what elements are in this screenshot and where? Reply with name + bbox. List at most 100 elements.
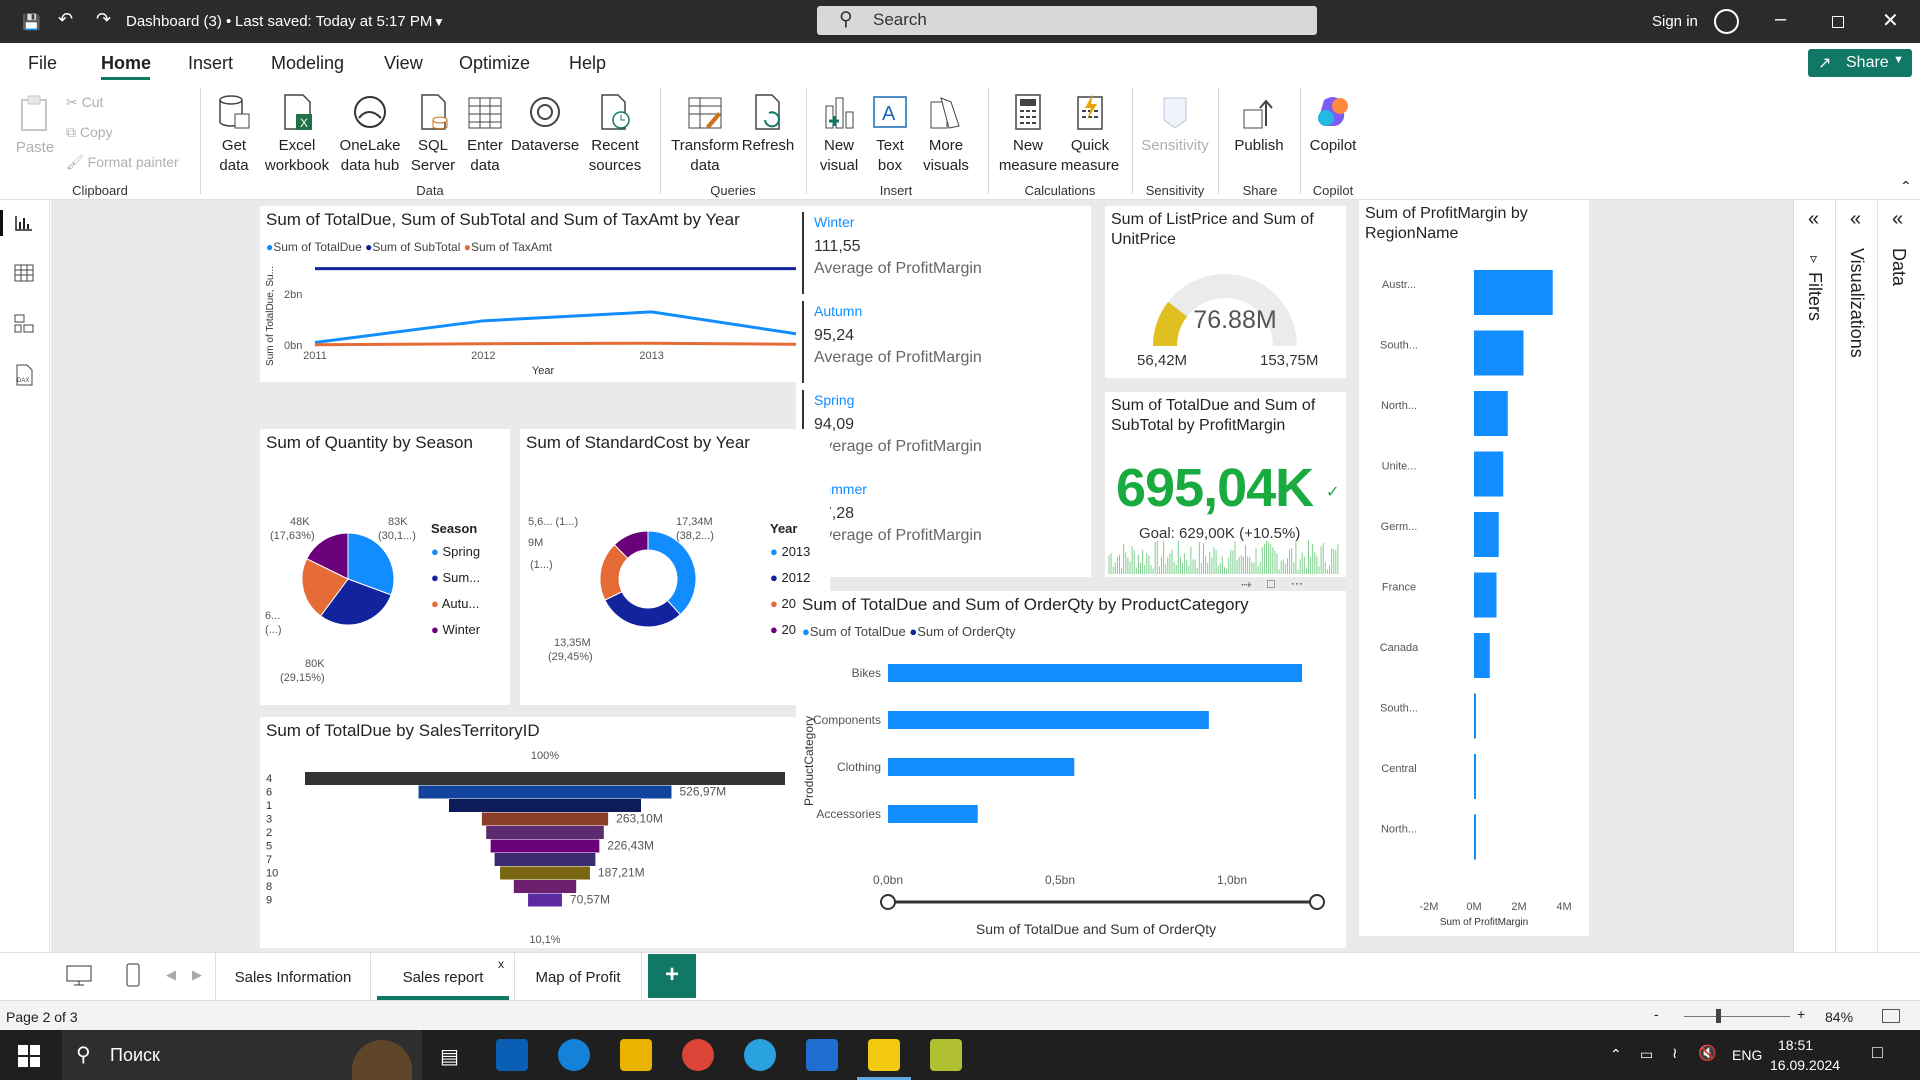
season-card[interactable]: Winter 111,55 Average of ProfitMargin — [802, 212, 1082, 294]
season-card[interactable]: Summer 67,28 Average of ProfitMargin — [802, 479, 1082, 561]
new-visual-button[interactable]: New visual — [814, 92, 864, 176]
task-view-icon[interactable]: ▤ — [440, 1044, 459, 1069]
excel-workbook-button[interactable]: X Excel workbook — [262, 92, 332, 176]
legend-item[interactable]: ● Winter — [431, 617, 480, 643]
chrome-icon[interactable] — [682, 1039, 714, 1071]
fit-to-page-icon[interactable] — [1882, 1009, 1900, 1023]
legend-item[interactable]: ● 2012 — [770, 565, 810, 591]
save-icon[interactable]: 💾 — [22, 13, 41, 31]
product-bar-card[interactable]: Sum of TotalDue and Sum of OrderQty by P… — [796, 591, 1346, 948]
tab-sales-information[interactable]: Sales Information — [215, 953, 371, 1000]
menu-help[interactable]: Help — [569, 53, 606, 74]
mobile-layout-icon[interactable] — [126, 963, 140, 987]
filter-icon[interactable]: ⤑ — [1241, 576, 1251, 591]
data-pane[interactable]: « Data — [1878, 200, 1920, 952]
visualizations-pane[interactable]: « Visualizations — [1836, 200, 1878, 952]
tab-sales-report[interactable]: Sales report x — [377, 953, 509, 1000]
legend-item[interactable]: ● 2013 — [770, 539, 810, 565]
undo-icon[interactable]: ↶ — [58, 9, 73, 30]
vscode-icon[interactable] — [806, 1039, 838, 1071]
refresh-button[interactable]: Refresh — [740, 92, 796, 156]
format-painter-button[interactable]: 🖌 Format painter — [66, 152, 179, 172]
expand-filters-icon[interactable]: « — [1808, 208, 1819, 231]
get-data-button[interactable]: Get data — [208, 92, 260, 176]
windows-start-icon[interactable] — [18, 1045, 40, 1067]
menu-home[interactable]: Home — [101, 53, 151, 74]
funnel-chart-card[interactable]: Sum of TotalDue by SalesTerritoryID 100%… — [260, 717, 830, 948]
table-view-icon[interactable] — [14, 264, 34, 282]
zoom-out-icon[interactable]: - — [1654, 1006, 1659, 1022]
focus-mode-icon[interactable]: □ — [1267, 576, 1275, 591]
collapse-ribbon-icon[interactable]: ⌃ — [1900, 178, 1912, 195]
edge-icon[interactable] — [558, 1039, 590, 1071]
document-title[interactable]: Dashboard (3) — [126, 13, 222, 30]
line-chart-card[interactable]: Sum of TotalDue, Sum of SubTotal and Sum… — [260, 206, 830, 382]
donut-chart-card[interactable]: Sum of StandardCost by Year 5,6... (1...… — [520, 429, 830, 705]
tab-map-of-profit[interactable]: Map of Profit — [514, 953, 642, 1000]
volume-icon[interactable]: 🔇 — [1698, 1044, 1717, 1062]
publish-button[interactable]: Publish — [1226, 92, 1292, 156]
tray-chevron-icon[interactable]: ⌃ — [1610, 1046, 1622, 1063]
zoom-in-icon[interactable]: + — [1797, 1006, 1805, 1022]
file-explorer-icon[interactable] — [620, 1039, 652, 1071]
text-box-button[interactable]: A Text box — [866, 92, 914, 176]
copy-button[interactable]: ⧉ Copy — [66, 122, 113, 142]
wifi-icon[interactable]: ≀ — [1672, 1044, 1678, 1062]
quick-measure-button[interactable]: Quick measure — [1058, 92, 1122, 176]
report-view-icon[interactable] — [14, 214, 34, 232]
kpi-card[interactable]: Sum of TotalDue and Sum of SubTotal by P… — [1105, 392, 1346, 577]
region-bar-card[interactable]: Sum of ProfitMargin by RegionName Austr.… — [1359, 200, 1589, 936]
season-card[interactable]: Autumn 95,24 Average of ProfitMargin — [802, 301, 1082, 383]
zoom-slider[interactable] — [1684, 1016, 1790, 1017]
expand-visualizations-icon[interactable]: « — [1850, 208, 1861, 231]
taskbar-search[interactable]: ⚲ Поиск — [62, 1030, 422, 1080]
store-icon[interactable] — [496, 1039, 528, 1071]
more-visuals-button[interactable]: More visuals — [916, 92, 976, 176]
more-options-icon[interactable]: ⋯ — [1291, 576, 1304, 591]
cut-button[interactable]: ✂ Cut — [66, 92, 103, 112]
sensitivity-button[interactable]: Sensitivity — [1140, 92, 1210, 156]
legend-item[interactable]: ● Spring — [431, 539, 480, 565]
season-card[interactable]: Spring 94,09 Average of ProfitMargin — [802, 390, 1082, 472]
sign-in-link[interactable]: Sign in — [1652, 13, 1698, 30]
desktop-layout-icon[interactable] — [66, 965, 92, 987]
close-tab-icon[interactable]: x — [498, 957, 504, 971]
notifications-icon[interactable]: □ — [1872, 1042, 1883, 1063]
language-indicator[interactable]: ENG — [1732, 1047, 1762, 1063]
dax-query-icon[interactable]: DAX — [14, 364, 34, 386]
battery-icon[interactable]: ▭ — [1640, 1046, 1653, 1063]
close-icon[interactable]: ✕ — [1882, 8, 1899, 33]
expand-data-icon[interactable]: « — [1892, 208, 1903, 231]
clock-date[interactable]: 16.09.2024 — [1770, 1057, 1840, 1073]
pie-chart-card[interactable]: Sum of Quantity by Season 48K (17,63%) 83K… — [260, 429, 510, 705]
filters-pane[interactable]: « ▿ Filters — [1794, 200, 1836, 952]
recent-sources-button[interactable]: Recent sources — [584, 92, 646, 176]
scroll-left-icon[interactable]: ◀ — [166, 967, 176, 983]
copilot-button[interactable]: Copilot — [1306, 92, 1360, 156]
transform-data-button[interactable]: Transform data — [668, 92, 742, 176]
redo-icon[interactable]: ↷ — [96, 9, 111, 30]
add-page-button[interactable]: + — [648, 954, 696, 998]
restore-icon[interactable] — [1832, 16, 1844, 28]
telegram-icon[interactable] — [744, 1039, 776, 1071]
clock-time[interactable]: 18:51 — [1778, 1037, 1813, 1053]
account-icon[interactable] — [1714, 9, 1739, 34]
onelake-button[interactable]: OneLake data hub — [334, 92, 406, 176]
enter-data-button[interactable]: Enter data — [462, 92, 508, 176]
menu-insert[interactable]: Insert — [188, 53, 233, 74]
paste-button[interactable]: Paste — [12, 94, 58, 158]
new-measure-button[interactable]: New measure — [996, 92, 1060, 176]
zoom-slider-thumb[interactable] — [1716, 1009, 1721, 1023]
sql-server-button[interactable]: SQL Server — [408, 92, 458, 176]
menu-modeling[interactable]: Modeling — [271, 53, 344, 74]
model-view-icon[interactable] — [14, 314, 34, 334]
menu-optimize[interactable]: Optimize — [459, 53, 530, 74]
menu-view[interactable]: View — [384, 53, 423, 74]
share-button[interactable]: ↗ Share ▼ — [1808, 49, 1912, 77]
app-icon[interactable] — [930, 1039, 962, 1071]
gauge-card[interactable]: Sum of ListPrice and Sum of UnitPrice 76… — [1105, 206, 1346, 378]
minimize-icon[interactable]: – — [1775, 8, 1786, 31]
scroll-right-icon[interactable]: ▶ — [192, 967, 202, 983]
search-box[interactable]: ⚲ Search — [817, 6, 1317, 35]
legend-item[interactable]: ● Sum... — [431, 565, 480, 591]
